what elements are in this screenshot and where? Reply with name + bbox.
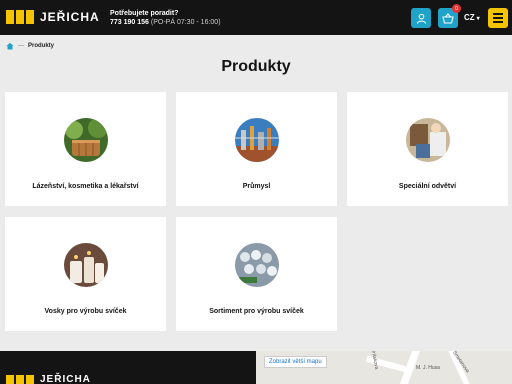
user-icon [416,13,426,24]
category-label: Speciální odvětví [398,183,457,190]
category-label: Průmysl [242,183,271,190]
candle-supplies-icon [234,243,279,287]
special-field-icon [405,118,450,162]
map-street-label: M. J. Husa [416,365,440,371]
footer-map[interactable]: Zobrazit větší mapu M. J. Husa Jiráskova… [256,351,512,384]
footer-logo-text: JEŘICHA [40,374,91,384]
category-card-spa[interactable]: Lázeňství, kosmetika a lékařství [5,92,166,206]
brand-logo[interactable]: JEŘICHA [6,10,100,24]
language-selector[interactable]: CZ ▾ [464,13,480,22]
menu-button[interactable] [488,8,508,28]
caret-down-icon: ▾ [476,16,480,22]
basket-icon [442,12,454,24]
map-street-label: Jiráskova [369,351,380,370]
footer: JEŘICHA [0,351,256,384]
top-header: JEŘICHA Potřebujete poradit? 773 190 156… [0,0,512,35]
logo-bars-icon [6,374,34,384]
breadcrumb: — Produkty [6,42,54,50]
opening-hours: (PO-PÁ 07:30 - 16:00) [150,19,221,26]
spa-wood-tub-icon [63,118,108,162]
cart-count-badge: 0 [452,4,461,13]
logo-bars-icon [6,10,34,24]
home-icon[interactable] [6,42,14,50]
logo-text: JEŘICHA [40,10,100,24]
language-label: CZ [464,13,475,22]
category-card-special[interactable]: Speciální odvětví [347,92,508,206]
breadcrumb-current: Produkty [28,43,55,49]
category-label: Vosky pro výrobu svíček [44,308,127,315]
help-question: Potřebujete poradit? [110,10,179,17]
category-card-candle-supplies[interactable]: Sortiment pro výrobu svíček [176,217,337,331]
breadcrumb-separator: — [18,43,24,49]
footer-logo[interactable]: JEŘICHA [6,374,91,384]
category-card-industry[interactable]: Průmysl [176,92,337,206]
category-label: Sortiment pro výrobu svíček [209,308,304,315]
industry-icon [234,118,279,162]
category-label: Lázeňství, kosmetika a lékařství [32,183,139,190]
cart-button[interactable]: 0 [438,4,461,28]
page-title: Produkty [221,58,291,75]
help-phone-line: 773 190 156 (PO-PÁ 07:30 - 16:00) [110,18,221,27]
hamburger-icon [493,13,503,23]
phone-number[interactable]: 773 190 156 [110,19,149,26]
candles-icon [63,243,108,287]
enlarge-map-link[interactable]: Zobrazit větší mapu [264,356,327,368]
help-contact: Potřebujete poradit? 773 190 156 (PO-PÁ … [110,9,221,27]
category-card-candle-wax[interactable]: Vosky pro výrobu svíček [5,217,166,331]
account-button[interactable] [411,8,431,28]
